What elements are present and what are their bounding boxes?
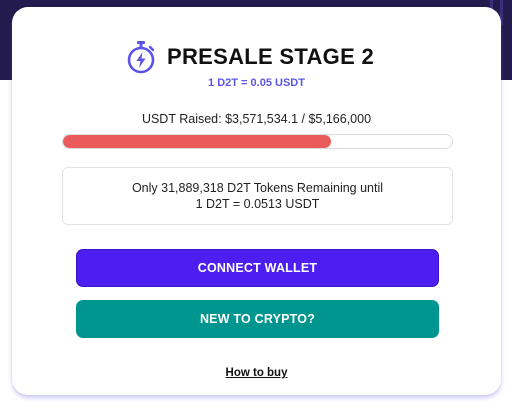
next-price-line: 1 D2T = 0.0513 USDT xyxy=(195,197,320,211)
new-to-crypto-button[interactable]: NEW TO CRYPTO? xyxy=(76,300,439,338)
connect-wallet-label: CONNECT WALLET xyxy=(197,261,318,275)
raise-progress-bar xyxy=(62,134,453,149)
tokens-remaining-box: Only 31,889,318 D2T Tokens Remaining unt… xyxy=(62,167,453,225)
tokens-remaining-line: Only 31,889,318 D2T Tokens Remaining unt… xyxy=(131,181,384,195)
usdt-raised-text: USDT Raised: $3,571,534.1 / $5,166,000 xyxy=(141,112,372,126)
connect-wallet-button[interactable]: CONNECT WALLET xyxy=(76,249,439,287)
new-to-crypto-label: NEW TO CRYPTO? xyxy=(199,312,316,326)
raise-progress-fill xyxy=(63,135,332,148)
page-title: PRESALE STAGE 2 xyxy=(166,44,375,69)
how-to-buy-link[interactable]: How to buy xyxy=(226,367,288,379)
how-to-buy-container: How to buy xyxy=(12,363,501,381)
presale-card: PRESALE STAGE 2 1 D2T = 0.05 USDT USDT R… xyxy=(12,7,501,395)
token-rate: 1 D2T = 0.05 USDT xyxy=(208,77,305,89)
stopwatch-icon xyxy=(125,40,157,74)
presale-header: PRESALE STAGE 2 xyxy=(12,37,501,77)
